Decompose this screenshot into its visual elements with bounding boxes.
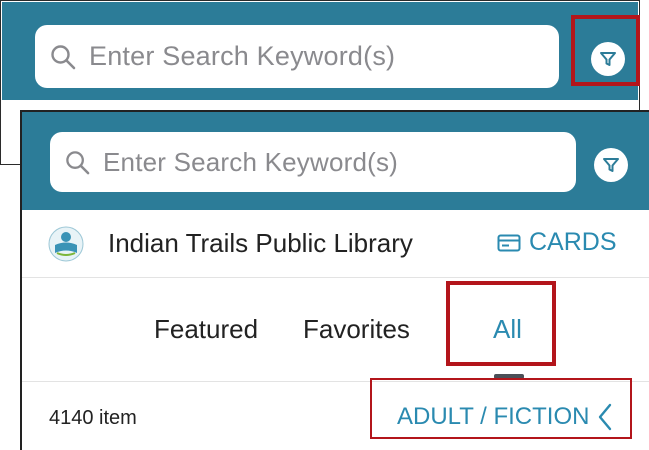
search-icon	[49, 43, 77, 71]
search-icon	[64, 149, 91, 176]
search-input[interactable]: Enter Search Keyword(s)	[50, 132, 576, 192]
tab-favorites[interactable]: Favorites	[303, 314, 410, 345]
card-icon	[497, 234, 521, 252]
filter-highlight-box	[571, 15, 640, 86]
filter-icon	[603, 158, 619, 172]
search-input[interactable]: Enter Search Keyword(s)	[35, 25, 559, 88]
filter-path-highlight-box	[370, 378, 632, 439]
all-tab-highlight-box	[446, 281, 556, 366]
item-count: 4140 item	[49, 407, 137, 429]
cards-label: CARDS	[529, 228, 617, 256]
library-logo-icon	[48, 226, 84, 262]
top-search-header: Enter Search Keyword(s)	[22, 112, 649, 210]
search-placeholder: Enter Search Keyword(s)	[89, 41, 396, 71]
library-name: Indian Trails Public Library	[108, 228, 413, 258]
tab-featured[interactable]: Featured	[154, 314, 258, 345]
library-selector[interactable]: Indian Trails Public Library CARDS	[22, 210, 649, 278]
cards-button[interactable]: CARDS	[497, 228, 617, 257]
search-placeholder: Enter Search Keyword(s)	[103, 146, 399, 177]
filter-button[interactable]	[594, 148, 628, 182]
top-search-header: Enter Search Keyword(s)	[2, 2, 638, 100]
